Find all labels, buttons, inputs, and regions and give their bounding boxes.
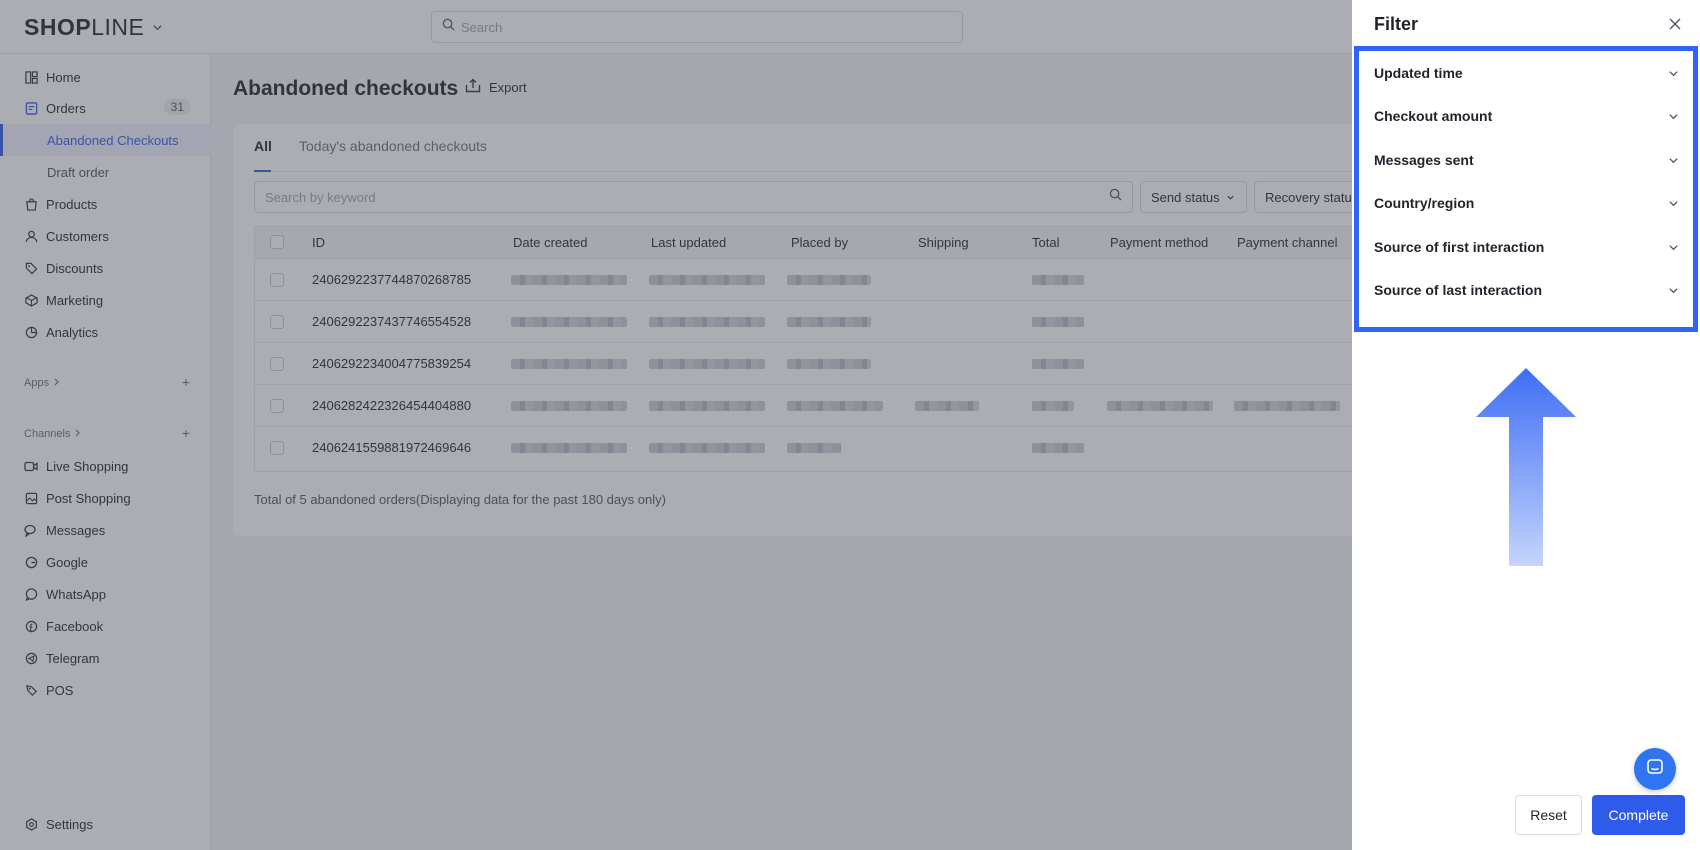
filter-label: Source of first interaction xyxy=(1374,239,1545,255)
filter-country-region[interactable]: Country/region xyxy=(1359,183,1693,223)
filter-messages-sent[interactable]: Messages sent xyxy=(1359,140,1693,180)
chevron-down-icon xyxy=(1668,109,1679,125)
filter-label: Country/region xyxy=(1374,195,1475,211)
chat-icon xyxy=(1646,758,1664,781)
filter-source-last-interaction[interactable]: Source of last interaction xyxy=(1359,270,1693,310)
filter-source-first-interaction[interactable]: Source of first interaction xyxy=(1359,227,1693,267)
complete-button[interactable]: Complete xyxy=(1592,795,1685,835)
chevron-down-icon xyxy=(1668,153,1679,169)
close-icon[interactable] xyxy=(1665,14,1685,34)
chevron-down-icon xyxy=(1668,66,1679,82)
modal-backdrop[interactable] xyxy=(0,0,1352,850)
filter-label: Checkout amount xyxy=(1374,108,1493,124)
arrow-up-icon xyxy=(1476,368,1576,566)
filter-label: Updated time xyxy=(1374,65,1463,81)
filter-label: Source of last interaction xyxy=(1374,282,1543,298)
filter-label: Messages sent xyxy=(1374,152,1474,168)
filter-updated-time[interactable]: Updated time xyxy=(1359,53,1693,93)
filter-checkout-amount[interactable]: Checkout amount xyxy=(1359,96,1693,136)
filter-title: Filter xyxy=(1374,14,1419,34)
chevron-down-icon xyxy=(1668,196,1679,212)
filter-list-highlight: Updated time Checkout amount Messages se… xyxy=(1354,46,1698,332)
chevron-down-icon xyxy=(1668,283,1679,299)
reset-button[interactable]: Reset xyxy=(1515,795,1582,835)
chat-support-button[interactable] xyxy=(1634,748,1676,790)
chevron-down-icon xyxy=(1668,240,1679,256)
filter-drawer: Filter Updated time Checkout amount Mess… xyxy=(1352,0,1700,850)
